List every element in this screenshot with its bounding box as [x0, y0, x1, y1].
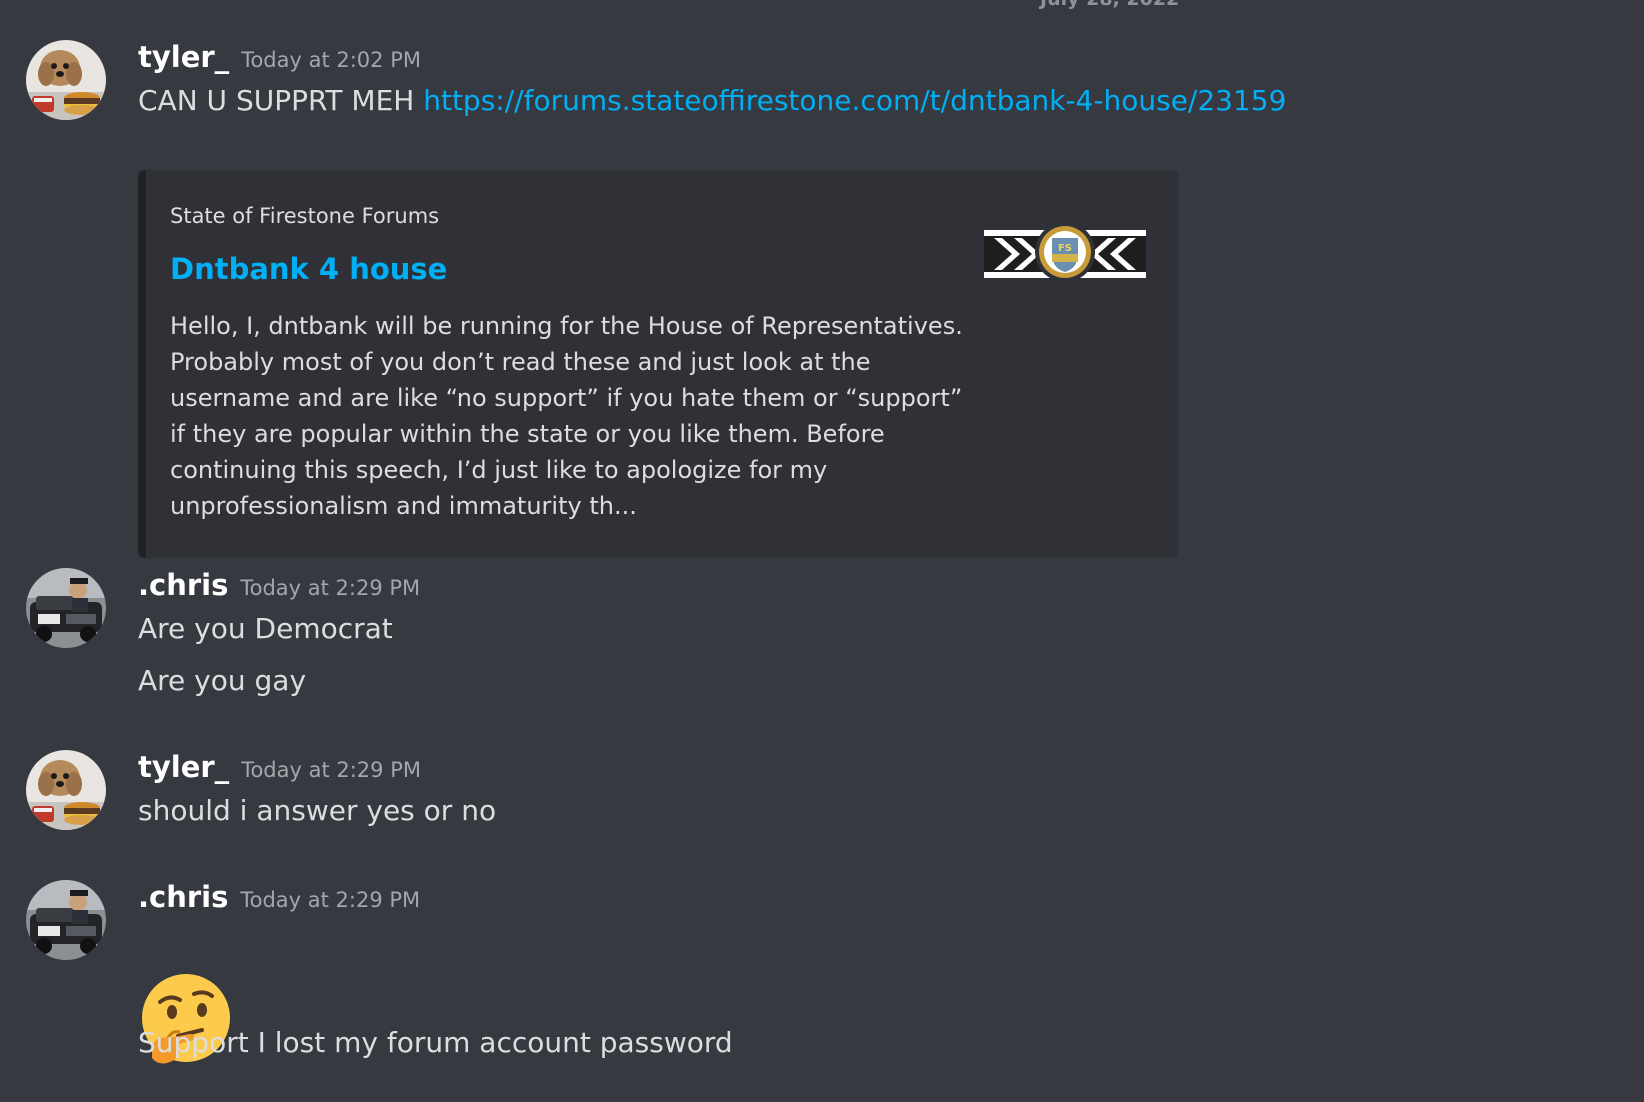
avatar[interactable]	[26, 750, 106, 830]
dog-burger-avatar-icon	[26, 750, 106, 830]
avatar[interactable]	[26, 880, 106, 960]
police-car-avatar-icon	[26, 880, 106, 960]
date-divider: July 28, 2022	[0, 0, 1644, 14]
link-embed: State of Firestone Forums Dntbank 4 hous…	[138, 170, 1178, 558]
message-text: Support I lost my forum account password	[138, 1026, 733, 1059]
forum-link[interactable]: https://forums.stateoffirestone.com/t/dn…	[423, 84, 1286, 117]
message-text: Are you Democrat	[138, 612, 393, 645]
chat-messages: July 28, 2022 tyler_Today at	[0, 0, 1644, 1102]
date-divider-label: July 28, 2022	[1040, 0, 1179, 10]
message-text: CAN U SUPPRT MEH https://forums.stateoff…	[138, 84, 1286, 117]
timestamp: Today at 2:29 PM	[240, 888, 421, 912]
dog-burger-avatar-icon	[26, 40, 106, 120]
message-header: tyler_ Today at 2:02 PM	[138, 40, 421, 74]
timestamp: Today at 2:02 PM	[241, 48, 421, 72]
message-text: Are you gay	[138, 664, 307, 697]
message-content: CAN U SUPPRT MEH	[138, 84, 415, 117]
username[interactable]: tyler_	[138, 750, 229, 784]
message-header: .chris Today at 2:29 PM	[138, 880, 420, 914]
embed-description: Hello, I, dntbank will be running for th…	[170, 312, 963, 520]
police-car-avatar-icon	[26, 568, 106, 648]
avatar[interactable]	[26, 568, 106, 648]
embed-thumbnail[interactable]: FS	[984, 222, 1146, 284]
timestamp: Today at 2:29 PM	[241, 758, 421, 782]
svg-text:FS: FS	[1058, 243, 1072, 254]
message-header: tyler_ Today at 2:29 PM	[138, 750, 421, 784]
embed-title[interactable]: Dntbank 4 house	[170, 252, 447, 286]
avatar[interactable]	[26, 40, 106, 120]
state-seal-banner-icon: FS	[984, 222, 1146, 284]
timestamp: Today at 2:29 PM	[240, 576, 421, 600]
username[interactable]: tyler_	[138, 40, 229, 74]
message-text: should i answer yes or no	[138, 794, 497, 827]
message-header: .chris Today at 2:29 PM	[138, 568, 420, 602]
username[interactable]: .chris	[138, 880, 228, 914]
username[interactable]: .chris	[138, 568, 228, 602]
embed-provider[interactable]: State of Firestone Forums	[170, 204, 439, 228]
